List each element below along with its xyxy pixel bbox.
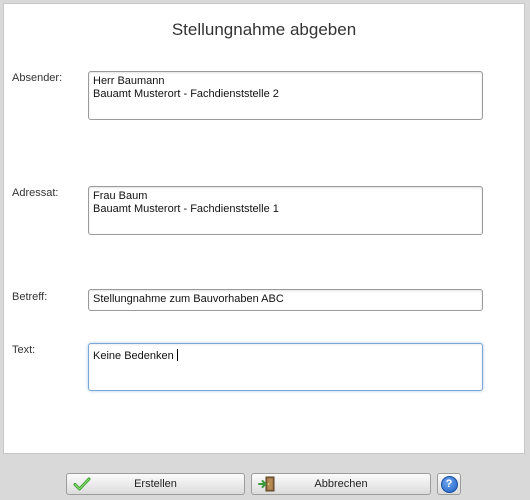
text-value: Keine Bedenken	[93, 350, 174, 362]
adressat-field[interactable]: Frau Baum Bauamt Musterort - Fachdiensts…	[88, 186, 483, 235]
absender-label: Absender:	[12, 72, 63, 84]
create-button-label: Erstellen	[134, 478, 177, 490]
text-area[interactable]: Keine Bedenken	[88, 343, 483, 391]
betreff-field[interactable]: Stellungnahme zum Bauvorhaben ABC	[88, 289, 483, 311]
adressat-line-2: Bauamt Musterort - Fachdienststelle 1	[93, 203, 279, 215]
adressat-label: Adressat:	[12, 187, 59, 199]
create-button[interactable]: Erstellen	[66, 473, 245, 495]
absender-line-2: Bauamt Musterort - Fachdienststelle 2	[93, 88, 279, 100]
absender-field[interactable]: Herr Baumann Bauamt Musterort - Fachdien…	[88, 71, 483, 120]
dialog-title: Stellungnahme abgeben	[171, 20, 357, 39]
dialog: Stellungnahme abgeben Absender: Herr Bau…	[3, 3, 525, 454]
betreff-label: Betreff:	[12, 291, 48, 303]
text-cursor	[176, 349, 178, 361]
cancel-button[interactable]: Abbrechen	[251, 473, 431, 495]
text-label: Text:	[12, 344, 36, 356]
cancel-button-label: Abbrechen	[314, 478, 368, 490]
betreff-value: Stellungnahme zum Bauvorhaben ABC	[93, 293, 284, 305]
adressat-line-1: Frau Baum	[93, 190, 148, 202]
exit-door-icon	[258, 476, 276, 492]
help-button[interactable]: ?	[437, 473, 461, 495]
help-icon: ?	[440, 475, 458, 493]
absender-line-1: Herr Baumann	[93, 75, 165, 87]
checkmark-icon	[73, 476, 91, 492]
